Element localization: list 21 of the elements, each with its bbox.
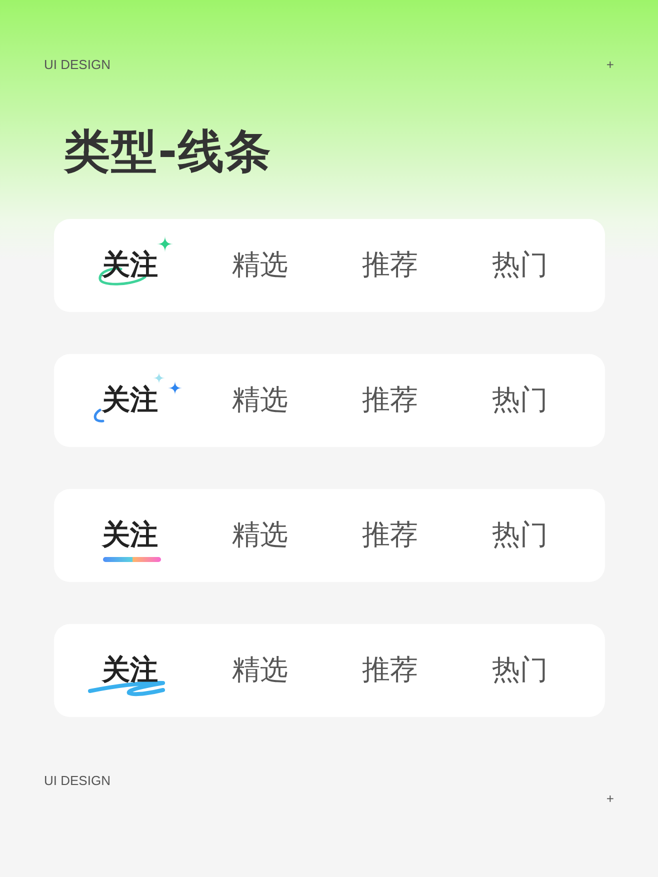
- gradient-underline: [103, 557, 161, 562]
- tab[interactable]: 精选: [205, 495, 315, 576]
- tab[interactable]: 关注: [75, 360, 185, 440]
- tab[interactable]: 推荐: [335, 360, 445, 440]
- tab[interactable]: 推荐: [335, 225, 445, 306]
- tab[interactable]: 推荐: [335, 495, 445, 576]
- page-title: 类型-线条: [64, 126, 272, 177]
- plus-mark: +: [606, 790, 614, 806]
- tab[interactable]: 关注: [75, 495, 185, 576]
- brand-label: UI DESIGN: [44, 772, 110, 788]
- tab[interactable]: 热门: [465, 495, 575, 576]
- tab[interactable]: 精选: [205, 630, 315, 710]
- tab[interactable]: 推荐: [335, 630, 445, 710]
- tab[interactable]: 热门: [465, 225, 575, 306]
- brand-label: UI DESIGN: [44, 56, 110, 72]
- tab[interactable]: 关注: [75, 630, 185, 710]
- tab[interactable]: 热门: [465, 360, 575, 440]
- tab[interactable]: 热门: [465, 630, 575, 710]
- plus-mark: +: [606, 56, 614, 72]
- tab[interactable]: 精选: [205, 360, 315, 440]
- tab[interactable]: 精选: [205, 225, 315, 306]
